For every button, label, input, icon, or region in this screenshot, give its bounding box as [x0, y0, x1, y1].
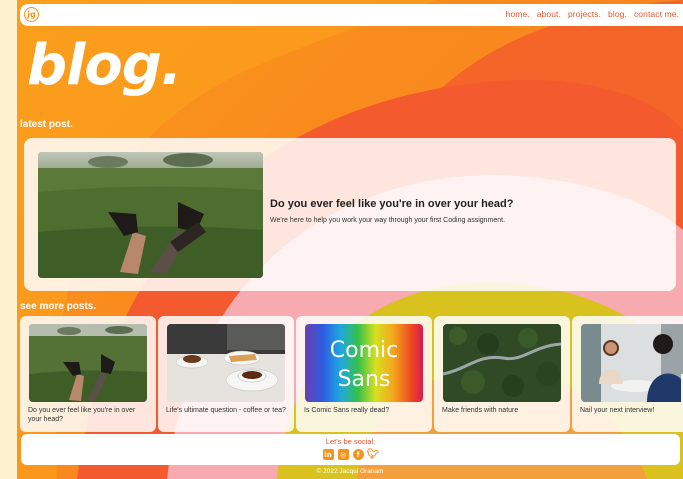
post-card-interview[interactable]: Nail your next interview! — [572, 316, 683, 432]
social-label: Let's be social: — [325, 437, 376, 446]
post-thumbnail[interactable] — [443, 324, 561, 402]
post-caption[interactable]: Life's ultimate question - coffee or tea… — [166, 407, 286, 416]
logo[interactable]: jg — [24, 7, 39, 22]
top-nav-bar: jg home. about. projects. blog. contact … — [20, 4, 683, 26]
latest-post-card[interactable]: Do you ever feel like you're in over you… — [24, 138, 676, 291]
more-posts-heading: see more posts. — [20, 301, 97, 312]
post-thumbnail[interactable] — [581, 324, 683, 402]
page: jg home. about. projects. blog. contact … — [17, 0, 683, 479]
post-thumbnail[interactable] — [167, 324, 285, 402]
post-card-coffee-or-tea[interactable]: Life's ultimate question - coffee or tea… — [158, 316, 294, 432]
post-card-nature[interactable]: Make friends with nature — [434, 316, 570, 432]
post-caption[interactable]: Is Comic Sans really dead? — [304, 407, 424, 416]
page-title: blog. — [27, 33, 182, 98]
post-caption[interactable]: Do you ever feel like you're in over you… — [28, 407, 148, 425]
post-thumbnail[interactable] — [29, 324, 147, 402]
sans-text: Sans — [338, 367, 391, 392]
comic-text: Comic — [330, 338, 398, 363]
nav-link-contact[interactable]: contact me. — [634, 9, 679, 19]
linkedin-icon[interactable]: in — [322, 449, 334, 460]
footer-social: Let's be social: in ◎ f 🐦︎ — [21, 434, 680, 465]
latest-post-image[interactable] — [38, 152, 263, 278]
nav-link-home[interactable]: home. — [506, 9, 530, 19]
post-thumbnail[interactable]: Comic Sans — [305, 324, 423, 402]
latest-post-title[interactable]: Do you ever feel like you're in over you… — [270, 198, 513, 210]
facebook-icon[interactable]: f — [352, 449, 364, 460]
post-caption[interactable]: Make friends with nature — [442, 407, 562, 416]
twitter-icon[interactable]: 🐦︎ — [367, 449, 380, 460]
post-card-comic-sans[interactable]: Comic Sans Is Comic Sans really dead? — [296, 316, 432, 432]
nav-links: home. about. projects. blog. contact me. — [506, 9, 679, 19]
instagram-icon[interactable]: ◎ — [337, 449, 349, 460]
nav-link-blog[interactable]: blog. — [608, 9, 627, 19]
post-card-over-your-head[interactable]: Do you ever feel like you're in over you… — [20, 316, 156, 432]
nav-link-about[interactable]: about. — [537, 9, 561, 19]
latest-post-description: We're here to help you work your way thr… — [270, 217, 506, 224]
copyright: © 2022 Jacqui Graham — [316, 468, 384, 475]
post-caption[interactable]: Nail your next interview! — [580, 407, 683, 416]
nav-link-projects[interactable]: projects. — [568, 9, 601, 19]
latest-post-heading: latest post. — [20, 119, 73, 130]
social-icons: in ◎ f 🐦︎ — [21, 449, 680, 460]
